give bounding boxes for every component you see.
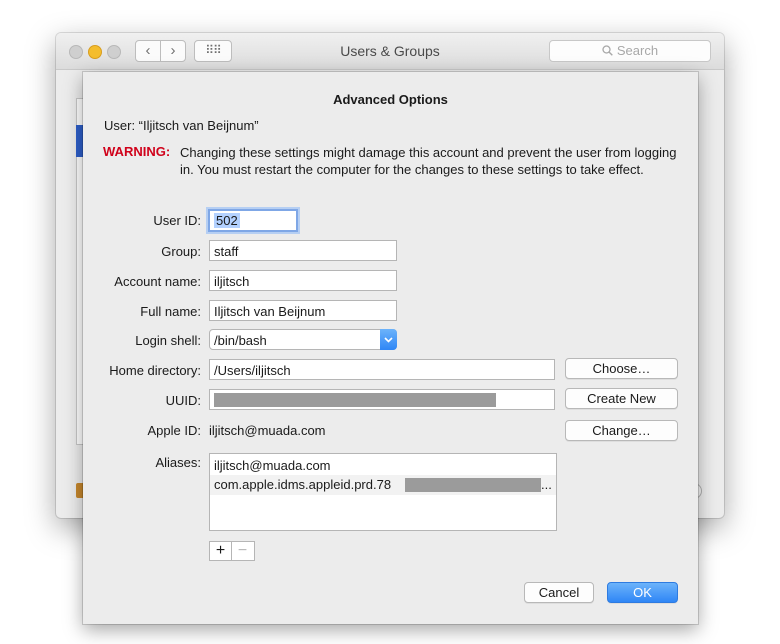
- alias-text: com.apple.idms.appleid.prd.78: [214, 477, 392, 492]
- aliases-label: Aliases:: [155, 455, 201, 470]
- user-line: User: “Iljitsch van Beijnum”: [104, 118, 259, 133]
- search-placeholder: Search: [616, 43, 659, 58]
- apple-id-value: iljitsch@muada.com: [209, 423, 326, 438]
- alias-text: iljitsch@muada.com: [214, 458, 331, 473]
- uuid-label: UUID:: [165, 393, 201, 408]
- home-directory-field[interactable]: /Users/iljitsch: [209, 359, 555, 380]
- login-shell-label: Login shell:: [135, 333, 201, 348]
- chevron-down-icon[interactable]: [380, 329, 397, 350]
- group-field[interactable]: staff: [209, 240, 397, 261]
- login-shell-combobox[interactable]: /bin/bash: [209, 329, 397, 350]
- change-button[interactable]: Change…: [565, 420, 678, 441]
- search-input[interactable]: Search: [549, 40, 711, 62]
- warning-label: WARNING:: [103, 144, 171, 159]
- list-item[interactable]: com.apple.idms.appleid.prd.78 ...: [210, 475, 556, 495]
- choose-button[interactable]: Choose…: [565, 358, 678, 379]
- uuid-field[interactable]: [209, 389, 555, 410]
- alias-plus-minus-control: + −: [209, 541, 255, 561]
- user-id-field[interactable]: 502: [208, 209, 298, 232]
- group-label: Group:: [161, 244, 201, 259]
- login-shell-value: /bin/bash: [214, 333, 267, 348]
- warning-text: Changing these settings might damage thi…: [180, 145, 677, 177]
- home-directory-label: Home directory:: [109, 363, 201, 378]
- cancel-button[interactable]: Cancel: [524, 582, 594, 603]
- add-alias-button[interactable]: +: [210, 542, 232, 560]
- full-name-label: Full name:: [140, 304, 201, 319]
- list-item[interactable]: iljitsch@muada.com: [210, 456, 556, 476]
- user-id-value: 502: [214, 213, 240, 228]
- account-name-field[interactable]: iljitsch: [209, 270, 397, 291]
- chevron-down-glyph: [384, 337, 393, 343]
- alias-redaction: [405, 478, 541, 492]
- search-icon: [602, 45, 613, 56]
- user-id-label: User ID:: [153, 213, 201, 228]
- full-name-field[interactable]: Iljitsch van Beijnum: [209, 300, 397, 321]
- window-titlebar: ‹ › ⠿⠿ Users & Groups Search: [56, 33, 724, 70]
- create-new-button[interactable]: Create New: [565, 388, 678, 409]
- alias-ellipsis: ...: [541, 477, 552, 492]
- account-name-label: Account name:: [114, 274, 201, 289]
- apple-id-label: Apple ID:: [147, 423, 201, 438]
- remove-alias-button[interactable]: −: [232, 542, 253, 560]
- ok-button[interactable]: OK: [607, 582, 678, 603]
- sheet-title: Advanced Options: [333, 92, 448, 107]
- uuid-redaction: [214, 393, 496, 407]
- advanced-options-sheet: Advanced Options User: “Iljitsch van Bei…: [83, 72, 698, 624]
- aliases-list[interactable]: iljitsch@muada.com com.apple.idms.applei…: [209, 453, 557, 531]
